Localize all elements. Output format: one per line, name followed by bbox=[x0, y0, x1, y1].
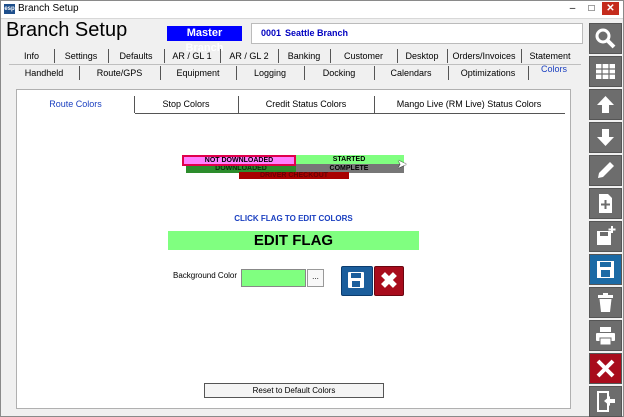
branch-name: Seattle Branch bbox=[285, 28, 349, 38]
tab-defaults[interactable]: Defaults bbox=[108, 49, 165, 63]
tab-ar-gl-1[interactable]: AR / GL 1 bbox=[164, 49, 221, 63]
tab-equipment[interactable]: Equipment bbox=[160, 66, 237, 80]
master-branch-badge: Master Branch bbox=[167, 26, 242, 54]
arrow-up-icon bbox=[597, 96, 614, 113]
tab-route-gps[interactable]: Route/GPS bbox=[79, 66, 161, 80]
print-icon bbox=[596, 327, 615, 346]
tab-logging[interactable]: Logging bbox=[236, 66, 305, 80]
tab-mango-live-status-colors[interactable]: Mango Live (RM Live) Status Colors bbox=[374, 96, 564, 113]
color-picker-button[interactable]: ... bbox=[307, 269, 324, 287]
close-icon bbox=[596, 359, 615, 378]
arrow-down-icon bbox=[597, 129, 614, 146]
save-color-button[interactable] bbox=[341, 266, 373, 296]
close-window-button[interactable]: ✕ bbox=[602, 2, 619, 15]
save-new-button[interactable] bbox=[589, 221, 622, 252]
window-title: Branch Setup bbox=[18, 3, 79, 14]
tab-route-colors[interactable]: Route Colors bbox=[17, 96, 135, 113]
page-title: Branch Setup bbox=[6, 19, 128, 41]
tab-customer[interactable]: Customer bbox=[330, 49, 398, 63]
branch-code: 0001 bbox=[261, 28, 282, 38]
tab-statement[interactable]: Statement bbox=[521, 49, 579, 63]
background-color-label: Background Color bbox=[173, 271, 238, 280]
tab-info[interactable]: Info bbox=[9, 49, 55, 63]
exit-button[interactable] bbox=[589, 386, 622, 417]
move-down-button[interactable] bbox=[589, 122, 622, 153]
inner-tab-divider bbox=[135, 113, 565, 114]
tabs-row-2: Handheld Route/GPS Equipment Logging Doc… bbox=[9, 64, 581, 82]
tab-desktop[interactable]: Desktop bbox=[397, 49, 448, 63]
edit-instruction: CLICK FLAG TO EDIT COLORS bbox=[234, 214, 353, 223]
edit-button[interactable] bbox=[589, 155, 622, 186]
pencil-icon bbox=[598, 162, 614, 178]
add-button[interactable] bbox=[589, 188, 622, 219]
tab-calendars[interactable]: Calendars bbox=[374, 66, 449, 80]
save-icon bbox=[348, 272, 364, 288]
background-color-swatch[interactable] bbox=[241, 269, 306, 287]
exit-icon bbox=[597, 391, 615, 412]
maximize-button[interactable]: □ bbox=[583, 2, 600, 15]
search-button[interactable] bbox=[589, 23, 622, 54]
print-button[interactable] bbox=[589, 320, 622, 351]
minimize-button[interactable]: – bbox=[564, 2, 581, 15]
tab-colors[interactable]: Colors bbox=[528, 62, 580, 76]
delete-button[interactable] bbox=[589, 287, 622, 318]
save-new-icon bbox=[597, 226, 616, 245]
tab-credit-status-colors[interactable]: Credit Status Colors bbox=[238, 96, 375, 113]
branch-setup-window: esp Branch Setup – □ ✕ Branch Setup Mast… bbox=[0, 0, 624, 417]
flag-driver-checkout[interactable]: DRIVER CHECKOUT bbox=[239, 172, 349, 179]
search-icon bbox=[595, 28, 616, 49]
grid-icon bbox=[596, 64, 615, 79]
move-up-button[interactable] bbox=[589, 89, 622, 120]
tab-settings[interactable]: Settings bbox=[54, 49, 109, 63]
save-button[interactable] bbox=[589, 254, 622, 285]
grid-button[interactable] bbox=[589, 56, 622, 87]
close-icon: ✖ bbox=[379, 268, 399, 293]
tab-optimizations[interactable]: Optimizations bbox=[448, 66, 529, 80]
flag-not-downloaded[interactable]: NOT DOWNLOADED bbox=[182, 155, 296, 166]
tab-ar-gl-2[interactable]: AR / GL 2 bbox=[220, 49, 279, 63]
tab-banking[interactable]: Banking bbox=[278, 49, 331, 63]
tabs-row-1: Info Settings Defaults AR / GL 1 AR / GL… bbox=[9, 49, 581, 65]
color-type-tabs: Route Colors Stop Colors Credit Status C… bbox=[17, 96, 566, 113]
title-bar: esp Branch Setup – □ ✕ bbox=[1, 1, 623, 19]
app-icon: esp bbox=[4, 4, 15, 14]
tab-docking[interactable]: Docking bbox=[304, 66, 375, 80]
mouse-cursor-icon: ➤ bbox=[397, 157, 408, 171]
add-document-icon bbox=[599, 194, 612, 213]
save-icon bbox=[597, 261, 614, 278]
tab-orders-invoices[interactable]: Orders/Invoices bbox=[447, 49, 522, 63]
tab-handheld[interactable]: Handheld bbox=[9, 66, 80, 80]
edit-flag-preview: EDIT FLAG bbox=[168, 231, 419, 250]
cancel-color-button[interactable]: ✖ bbox=[374, 266, 404, 296]
reset-default-colors-button[interactable]: Reset to Default Colors bbox=[204, 383, 384, 398]
tab-stop-colors[interactable]: Stop Colors bbox=[134, 96, 239, 113]
trash-icon bbox=[598, 293, 613, 312]
flag-started[interactable]: STARTED bbox=[294, 155, 404, 164]
branch-selector[interactable]: 0001 Seattle Branch bbox=[251, 23, 583, 44]
close-button[interactable] bbox=[589, 353, 622, 384]
